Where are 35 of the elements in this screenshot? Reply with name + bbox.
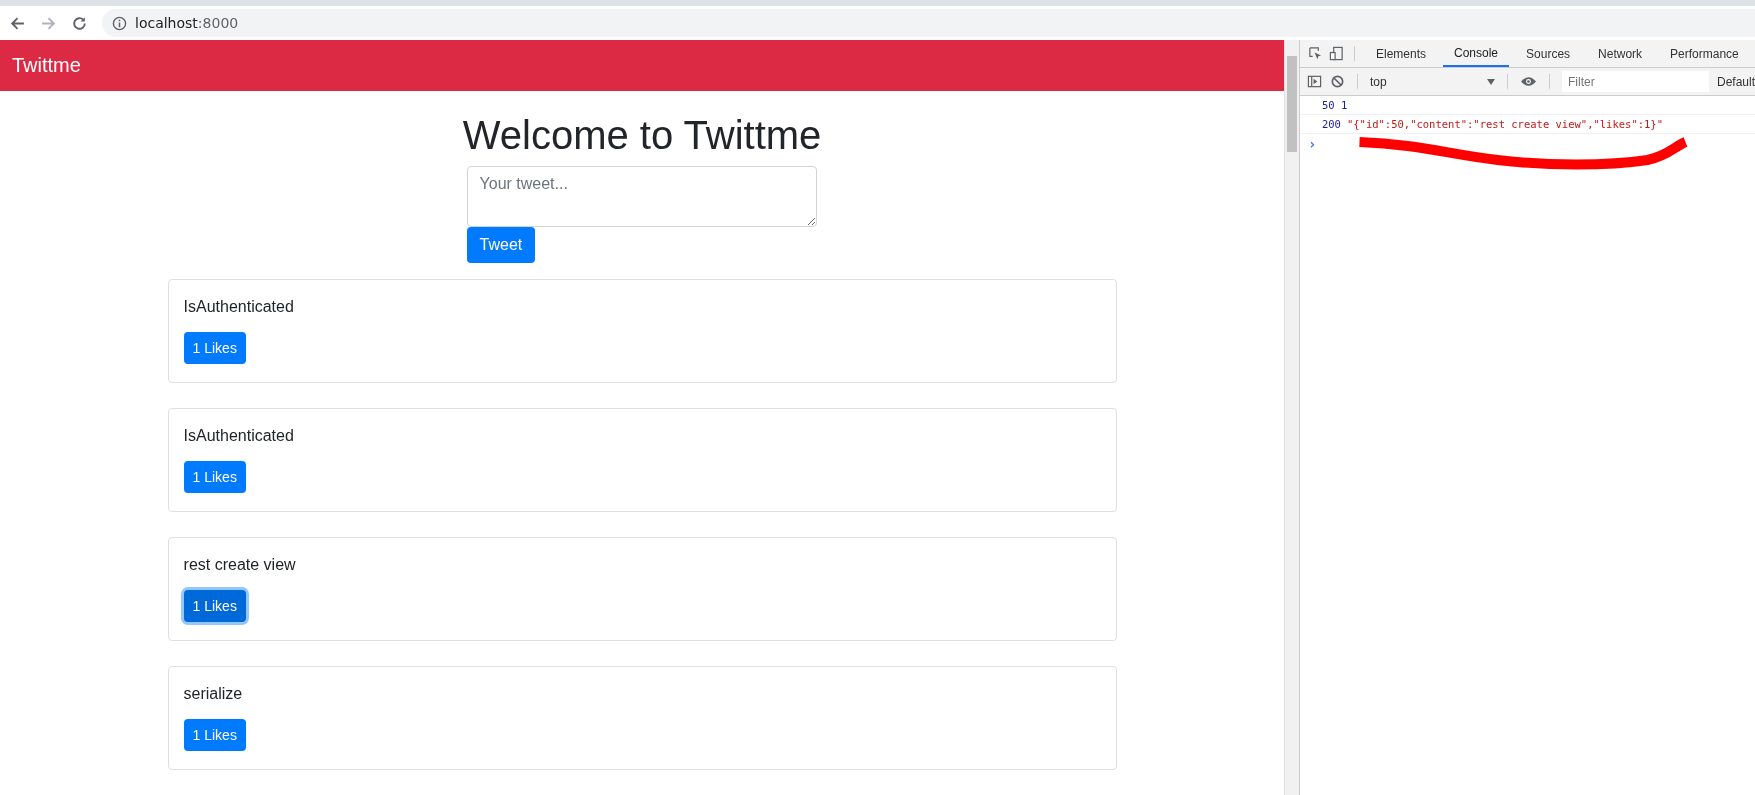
clear-console-icon[interactable] — [1329, 74, 1345, 89]
devtools-tab[interactable]: Sources — [1515, 40, 1582, 67]
address-bar[interactable]: localhost:8000 — [102, 9, 1755, 37]
prompt-caret[interactable]: › — [1307, 136, 1317, 152]
page-heading: Welcome to Twittme — [462, 113, 822, 158]
tweet-text: serialize — [183, 685, 243, 703]
like-button[interactable]: 1 Likes — [183, 719, 246, 751]
scrollbar[interactable] — [1284, 40, 1299, 795]
device-icon[interactable] — [1328, 46, 1344, 61]
url-text: localhost:8000 — [135, 15, 239, 31]
levels-dropdown[interactable]: Default — [1716, 68, 1755, 95]
filter-field[interactable]: Filter — [1561, 71, 1709, 92]
like-button[interactable]: 1 Likes — [183, 332, 246, 364]
tweet-text: rest create view — [183, 556, 296, 574]
info-icon — [112, 15, 127, 31]
scroll-thumb[interactable] — [1287, 56, 1297, 152]
like-button[interactable]: 1 Likes — [183, 461, 246, 493]
devtools-tab[interactable]: Elements — [1364, 40, 1437, 67]
devtools-tab[interactable]: Network — [1587, 40, 1654, 67]
reload-icon[interactable] — [71, 14, 88, 32]
dropdown-icon — [1486, 78, 1495, 85]
brand-link[interactable]: Twittme — [12, 54, 81, 77]
tweet-input[interactable]: Your tweet... — [466, 166, 817, 227]
like-button[interactable]: 1 Likes — [183, 590, 246, 622]
sidebar-toggle-icon[interactable] — [1306, 74, 1322, 89]
devtools-tab[interactable]: Performance — [1659, 40, 1750, 67]
inspect-icon[interactable] — [1307, 46, 1323, 61]
tweet-text: IsAuthenticated — [183, 298, 294, 316]
tweet-button[interactable]: Tweet — [466, 227, 536, 263]
tweet-text: IsAuthenticated — [183, 427, 294, 445]
eye-icon[interactable] — [1519, 74, 1537, 89]
console-string: "{"id":50,"content":"rest create view","likes":1}" — [1346, 118, 1663, 130]
console-output: 50 1 — [1321, 99, 1348, 111]
context-select[interactable]: top — [1369, 68, 1495, 95]
console-number: 200 — [1321, 118, 1341, 130]
